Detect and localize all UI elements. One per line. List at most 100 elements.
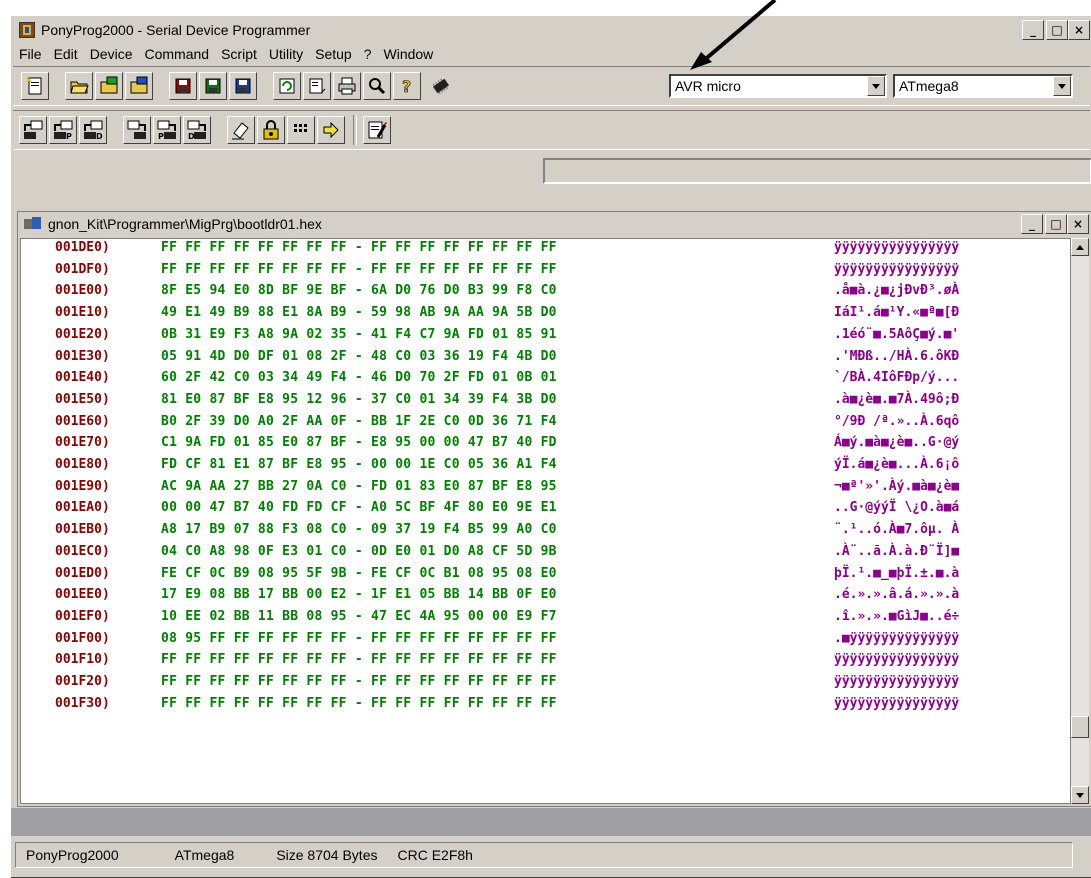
read-data-button[interactable]: D [79,116,107,144]
hex-bytes[interactable]: FE CF 0C B9 08 95 5F 9B - FE CF 0C B1 08… [161,566,557,581]
scroll-thumb[interactable] [1071,716,1089,738]
write-all-button[interactable] [123,116,151,144]
child-maximize-button[interactable]: □ [1045,214,1067,234]
scroll-up-icon[interactable] [1071,238,1089,256]
hex-ascii[interactable]: .'MÐß../HÀ.6.ôKÐ [834,349,959,364]
hex-ascii[interactable]: ýÏ.á■¿è■...À.6¡ô [834,457,959,472]
chevron-down-icon[interactable] [1053,76,1071,96]
reload-button[interactable] [273,72,301,100]
hex-bytes[interactable]: 05 91 4D D0 DF 01 08 2F - 48 C0 03 36 19… [161,349,557,364]
read-all-button[interactable] [19,116,47,144]
hex-bytes[interactable]: FF FF FF FF FF FF FF FF - FF FF FF FF FF… [161,240,557,255]
program-button[interactable] [317,116,345,144]
hex-address: 001EC0) [55,543,110,559]
hex-bytes[interactable]: 10 EE 02 BB 11 BB 08 95 - 47 EC 4A 95 00… [161,609,557,624]
maximize-button[interactable]: □ [1046,20,1068,40]
hex-bytes[interactable]: FF FF FF FF FF FF FF FF - FF FF FF FF FF… [161,696,557,711]
hex-ascii[interactable]: ÿÿÿÿÿÿÿÿÿÿÿÿÿÿÿÿ [834,674,959,689]
hex-bytes[interactable]: B0 2F 39 D0 A0 2F AA 0F - BB 1F 2E C0 0D… [161,414,557,429]
hex-bytes[interactable]: AC 9A AA 27 BB 27 0A C0 - FD 01 83 E0 87… [161,479,557,494]
hex-bytes[interactable]: 49 E1 49 B9 88 E1 8A B9 - 59 98 AB 9A AA… [161,305,557,320]
new-file-button[interactable] [21,72,49,100]
child-minimize-button[interactable]: _ [1021,214,1043,234]
hex-bytes[interactable]: 17 E9 08 BB 17 BB 00 E2 - 1F E1 05 BB 14… [161,587,557,602]
hex-bytes[interactable]: 00 00 47 B7 40 FD FD CF - A0 5C BF 4F 80… [161,500,557,515]
close-button[interactable]: × [1068,20,1090,40]
reload-icon [279,78,295,94]
hex-bytes[interactable]: 8F E5 94 E0 8D BF 9E BF - 6A D0 76 D0 B3… [161,283,557,298]
save-data-button[interactable] [229,72,257,100]
hex-ascii[interactable]: ¬■ª'»'.Àý.■à■¿è■ [834,479,959,494]
hex-bytes[interactable]: 60 2F 42 C0 03 34 49 F4 - 46 D0 70 2F FD… [161,370,557,385]
child-close-button[interactable]: × [1067,214,1089,234]
hex-ascii[interactable]: .■ÿÿÿÿÿÿÿÿÿÿÿÿÿÿ [834,631,959,646]
hex-ascii[interactable]: IáI¹.á■¹Y.«■ª■[Ð [834,305,959,320]
status-app-name: PonyProg2000 [26,847,119,863]
svg-text:?: ? [402,77,411,96]
help-button[interactable]: ? [393,72,421,100]
script-button[interactable] [363,116,391,144]
hex-ascii[interactable]: ¨.¹..ó.À■7.ôµ. À [834,522,959,537]
scroll-down-icon[interactable] [1071,786,1089,804]
hex-ascii[interactable]: .À¨..ã.À.à.Ð¨Ï]■ [834,544,959,559]
hex-ascii[interactable]: .é.».».â.á.».».à [834,587,959,602]
hex-bytes[interactable]: FD CF 81 E1 87 BF E8 95 - 00 00 1E C0 05… [161,457,557,472]
hex-ascii[interactable]: .î.».».■GìJ■..é÷ [834,609,959,624]
menu-command[interactable]: Command [138,46,215,62]
edit-buffer-button[interactable] [303,72,331,100]
erase-button[interactable] [227,116,255,144]
hex-ascii[interactable]: .à■¿è■.■7À.49ô;Ð [834,392,959,407]
save-button[interactable] [169,72,197,100]
menu-utility[interactable]: Utility [263,46,309,62]
hex-bytes[interactable]: FF FF FF FF FF FF FF FF - FF FF FF FF FF… [161,674,557,689]
hex-bytes[interactable]: 0B 31 E9 F3 A8 9A 02 35 - 41 F4 C7 9A FD… [161,327,557,342]
hex-bytes[interactable]: 81 E0 87 BF E8 95 12 96 - 37 C0 01 34 39… [161,392,557,407]
device-model-select[interactable]: ATmega8 [893,74,1073,98]
hex-ascii[interactable]: þÏ.¹.■_■þÏ.±.■.à [834,566,959,581]
hex-bytes[interactable]: FF FF FF FF FF FF FF FF - FF FF FF FF FF… [161,262,557,277]
hex-ascii[interactable]: ..G·@ýýÏ \¿O.à■á [834,500,959,515]
menu-script[interactable]: Script [215,46,263,62]
open-button[interactable] [65,72,93,100]
read-program-button[interactable]: P [49,116,77,144]
menu-edit[interactable]: Edit [48,46,84,62]
lock-bits-button[interactable] [257,116,285,144]
hex-bytes[interactable]: 04 C0 A8 98 0F E3 01 C0 - 0D E0 01 D0 A8… [161,544,557,559]
menu-file[interactable]: File [13,46,48,62]
hex-bytes[interactable]: 08 95 FF FF FF FF FF FF - FF FF FF FF FF… [161,631,557,646]
hex-ascii[interactable]: ÿÿÿÿÿÿÿÿÿÿÿÿÿÿÿÿ [834,262,959,277]
hex-ascii[interactable]: ÿÿÿÿÿÿÿÿÿÿÿÿÿÿÿÿ [834,652,959,667]
hex-ascii[interactable]: .1éó¨■.5AôÇ■ý.■' [834,327,959,342]
open-program-button[interactable] [95,72,123,100]
hex-ascii[interactable]: .å■à.¿■¿jÐvÐ³.øÀ [834,283,959,298]
write-program-button[interactable]: P [153,116,181,144]
hex-ascii[interactable]: ÿÿÿÿÿÿÿÿÿÿÿÿÿÿÿÿ [834,240,959,255]
hex-bytes[interactable]: A8 17 B9 07 88 F3 08 C0 - 09 37 19 F4 B5… [161,522,557,537]
write-data-button[interactable]: D [183,116,211,144]
menu-window[interactable]: Window [378,46,440,62]
hex-ascii[interactable]: `/BÀ.4IôFÐp/ý... [834,370,959,385]
chevron-down-icon[interactable] [867,76,885,96]
ponyprog-app-icon[interactable] [19,22,35,38]
save-program-button[interactable] [199,72,227,100]
hex-bytes[interactable]: FF FF FF FF FF FF FF FF - FF FF FF FF FF… [161,652,557,667]
hex-dump-area[interactable]: 001DE0) FF FF FF FF FF FF FF FF - FF FF F… [20,238,1071,804]
command-line-field[interactable] [543,158,1091,184]
script-icon [368,121,388,139]
menu-help[interactable]: ? [358,46,378,62]
setup-button[interactable] [363,72,391,100]
hex-ascii[interactable]: °/9Ð /ª.»..À.6qô [834,414,959,429]
open-data-button[interactable] [125,72,153,100]
minimize-button[interactable]: _ [1022,20,1044,40]
print-button[interactable] [333,72,361,100]
menu-setup[interactable]: Setup [309,46,358,62]
hex-bytes[interactable]: C1 9A FD 01 85 E0 87 BF - E8 95 00 00 47… [161,435,557,450]
config-bits-button[interactable] [287,116,315,144]
hex-address: 001E30) [55,348,110,364]
hex-address: 001DF0) [55,261,110,277]
vertical-scrollbar[interactable] [1071,238,1089,804]
menu-device[interactable]: Device [84,46,139,62]
hex-ascii[interactable]: Á■ý.■à■¿è■..G·@ý [834,435,959,450]
device-family-select[interactable]: AVR micro [669,74,887,98]
hex-ascii[interactable]: ÿÿÿÿÿÿÿÿÿÿÿÿÿÿÿÿ [834,696,959,711]
